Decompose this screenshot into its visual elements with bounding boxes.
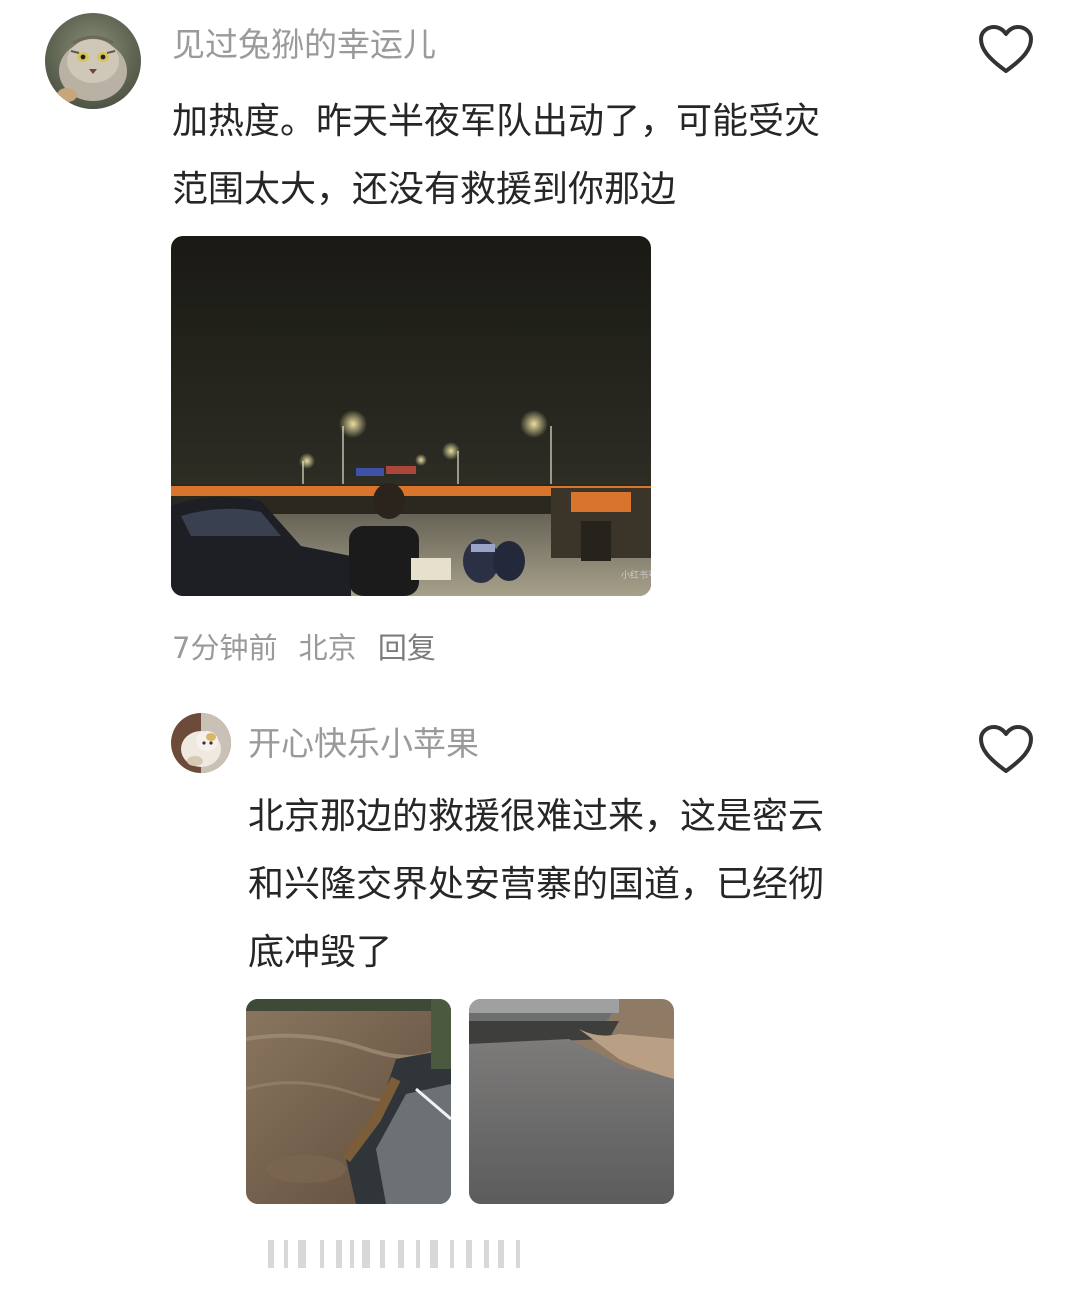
- comment-text: 加热度。昨天半夜军队出动了，可能受灾 范围太大，还没有救援到你那边: [172, 88, 820, 224]
- like-button[interactable]: [978, 24, 1034, 76]
- broken-asphalt-road-photo-icon: [469, 999, 674, 1204]
- flooded-road-collapse-photo-icon: [246, 999, 451, 1204]
- avatar[interactable]: [171, 713, 231, 773]
- comment-photo[interactable]: [246, 999, 451, 1204]
- heart-outline-icon: [979, 725, 1033, 773]
- night-road-rescue-crowd-photo-icon: 小红书号: [171, 236, 651, 596]
- photo-watermark: 小红书号: [621, 569, 651, 581]
- username[interactable]: 见过兔狲的幸运儿: [172, 25, 436, 65]
- username[interactable]: 开心快乐小苹果: [248, 724, 479, 764]
- heart-outline-icon: [979, 25, 1033, 73]
- comment-text-line: 范围太大，还没有救援到你那边: [172, 169, 677, 210]
- comment-text: 北京那边的救援很难过来，这是密云 和兴隆交界处安营寨的国道，已经彻 底冲毁了: [248, 783, 824, 987]
- blurred-footer-strip: [240, 1234, 530, 1274]
- comment-photo[interactable]: [469, 999, 674, 1204]
- comment-text-line: 北京那边的救援很难过来，这是密云: [248, 796, 825, 837]
- comment-time: 7分钟前: [172, 631, 278, 665]
- comment-text-line: 加热度。昨天半夜军队出动了，可能受灾: [172, 101, 821, 142]
- comment-text-line: 底冲毁了: [248, 932, 393, 973]
- like-button[interactable]: [978, 724, 1034, 776]
- comment-photo[interactable]: 小红书号: [171, 236, 651, 596]
- comment-location: 北京: [298, 631, 357, 665]
- blurred-bar-icon: [240, 1234, 530, 1274]
- avatar[interactable]: [45, 13, 141, 109]
- reply-button[interactable]: 回复: [378, 631, 436, 665]
- comment-text-line: 和兴隆交界处安营寨的国道，已经彻: [248, 864, 825, 905]
- cat-avatar-icon: [171, 713, 231, 773]
- comment-meta: 7分钟前 北京 回复: [172, 628, 448, 668]
- pallas-cat-avatar-icon: [45, 13, 141, 109]
